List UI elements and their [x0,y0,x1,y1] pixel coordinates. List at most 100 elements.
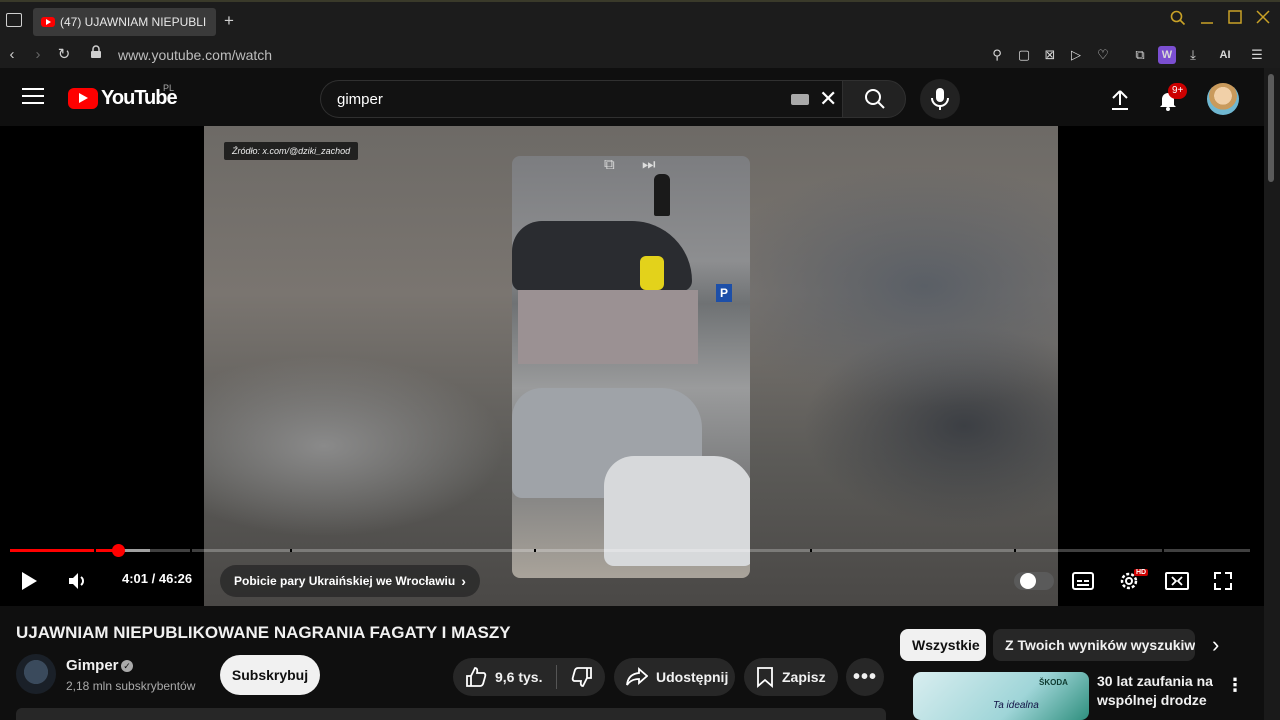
volume-button[interactable] [66,566,90,596]
theater-mode-icon [1165,572,1189,590]
more-actions-button[interactable]: ••• [846,658,884,696]
fullscreen-button[interactable] [1212,566,1234,596]
minimize-icon[interactable] [1197,10,1217,30]
like-count: 9,6 tys. [495,669,543,685]
progress-bar-played [10,549,118,552]
back-icon[interactable]: ‹ [2,45,22,65]
more-vertical-icon[interactable]: ⋮ [1226,675,1244,695]
chip-from-search[interactable]: Z Twoich wyników wyszukiwania [993,629,1195,661]
recommendation-thumbnail[interactable]: ŠKODA Ta idealna [913,672,1089,720]
save-button[interactable]: Zapisz [744,658,838,696]
like-divider [556,665,558,689]
chapter-marker [290,549,292,552]
time-display: 4:01 / 46:26 [122,571,193,586]
thumbnail-text: Ta idealna [993,700,1039,711]
play-button[interactable] [18,566,40,596]
hamburger-menu-icon[interactable] [22,88,44,106]
youtube-logo[interactable]: YouTube PL [68,83,178,110]
subtitles-button[interactable] [1072,566,1094,596]
address-bar: ‹ › ↻ www.youtube.com/watch ⚲ ▢ ⊠ ▷ ♡ ⧉ … [0,42,1280,68]
share-label: Udostępnij [656,669,729,685]
search-icon [865,89,885,109]
url-field[interactable]: www.youtube.com/watch [118,47,272,63]
autoplay-pause-icon [1020,573,1036,589]
browser-menu-icon[interactable]: ☰ [1248,46,1266,64]
verified-checkmark-icon: ✓ [121,660,133,672]
user-avatar[interactable] [1207,83,1239,115]
share-button[interactable]: Udostępnij [614,658,735,696]
subscribe-button[interactable]: Subskrybuj [220,655,320,695]
subscriber-count: 2,18 mln subskrybentów [66,679,196,693]
chapter-marker [810,549,812,552]
like-button[interactable]: 9,6 tys. [453,658,605,696]
close-icon[interactable] [1253,10,1273,30]
chapter-marker [1014,549,1016,552]
w-extension-icon[interactable]: W [1158,46,1176,64]
chapter-marker [1162,549,1164,552]
theater-mode-button[interactable] [1165,566,1189,596]
progress-bar-track[interactable] [10,549,1250,552]
chapter-button[interactable]: Pobicie pary Ukraińskiej we Wrocławiu › [220,565,480,597]
microphone-icon [931,88,949,110]
person-yellow-figure [640,256,664,290]
chevron-right-icon: › [461,573,466,589]
chapter-marker [190,549,192,552]
autoplay-toggle[interactable] [1014,572,1054,590]
chip-from-search-label: Z Twoich wyników wyszukiwania [1005,637,1195,653]
heart-icon[interactable]: ♡ [1094,46,1112,64]
video-title: UJAWNIAM NIEPUBLIKOWANE NAGRANIA FAGATY … [16,623,511,642]
scrollbar-thumb[interactable] [1268,74,1274,182]
video-player[interactable]: Źródło: x.com/@dziki_zachod P ⧉ ⏭ 4:01 /… [0,126,1264,606]
tabbar-accent-line [0,0,1280,2]
maximize-icon[interactable] [1225,10,1245,30]
shield-icon[interactable]: ⊠ [1041,46,1059,64]
screenshot-icon[interactable]: ▢ [1015,46,1033,64]
pin-icon[interactable]: ⚲ [988,46,1006,64]
chip-all[interactable]: Wszystkie [900,629,986,661]
tab-manager-icon[interactable] [6,13,22,27]
clear-search-icon[interactable]: ✕ [819,87,837,111]
source-watermark: Źródło: x.com/@dziki_zachod [224,142,359,160]
dark-car-shape [512,221,692,291]
channel-name[interactable]: Gimper [66,657,119,674]
search-input[interactable]: gimper ✕ [320,80,842,118]
thumbs-up-icon [466,667,487,687]
ai-tools-icon[interactable]: AI [1210,46,1240,64]
send-icon[interactable]: ▷ [1067,46,1085,64]
notifications-count-badge: 9+ [1168,83,1188,99]
forward-icon[interactable]: › [28,45,48,65]
search-button[interactable] [842,80,906,118]
miniplayer-icon[interactable]: ⧉ [604,156,615,173]
chapter-title: Pobicie pary Ukraińskiej we Wrocławiu [234,574,456,588]
channel-avatar[interactable] [16,654,56,694]
recommendation-title[interactable]: 30 lat zaufania na wspólnej drodze [1097,672,1217,710]
parking-sign-icon: P [716,284,732,302]
youtube-header: YouTube PL gimper ✕ 9+ [0,68,1264,126]
chips-next-chevron-icon[interactable]: › [1212,633,1219,657]
voice-search-button[interactable] [920,79,960,119]
fullscreen-icon [1214,572,1232,590]
search-query: gimper [337,91,383,108]
download-icon[interactable]: ⤓ [1184,46,1202,64]
new-tab-button[interactable]: + [224,11,234,31]
save-label: Zapisz [782,669,826,685]
create-upload-icon[interactable] [1108,88,1132,112]
share-icon [626,667,648,686]
more-horizontal-icon: ••• [852,666,877,688]
description-box[interactable] [16,708,886,720]
region-code: PL [163,83,175,93]
reload-icon[interactable]: ↻ [54,45,74,65]
person-figure [654,174,670,216]
thumbnail-brand: ŠKODA [1039,678,1068,687]
play-icon [22,572,37,590]
progress-scrubber-handle[interactable] [112,544,125,557]
next-video-icon[interactable]: ⏭ [642,156,656,173]
tab-youtube[interactable]: (47) UJAWNIAM NIEPUBLI [33,8,216,36]
thumbs-down-icon [572,667,593,687]
search-icon[interactable] [1168,10,1188,30]
youtube-favicon-icon [41,17,55,27]
youtube-play-logo-icon [68,88,98,109]
subtitles-icon [1072,572,1094,590]
keyboard-icon[interactable] [791,94,809,105]
extensions-icon[interactable]: ⧉ [1131,46,1149,64]
